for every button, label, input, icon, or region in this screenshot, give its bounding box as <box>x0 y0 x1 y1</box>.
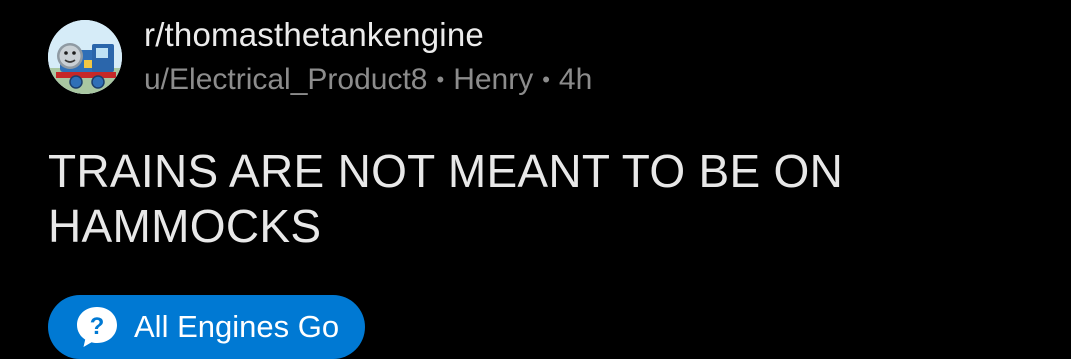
post-meta: r/thomasthetankengine u/Electrical_Produ… <box>144 14 592 100</box>
post-age: 4h <box>558 63 593 96</box>
post-header: r/thomasthetankengine u/Electrical_Produ… <box>48 14 592 100</box>
byline-separator: • <box>542 67 550 92</box>
subreddit-avatar[interactable] <box>48 20 122 94</box>
post-title[interactable]: TRAINS ARE NOT MEANT TO BE ON HAMMOCKS <box>48 144 1048 254</box>
post-flair-label: All Engines Go <box>134 309 340 344</box>
post-flair-chip[interactable]: ? All Engines Go <box>48 295 366 359</box>
svg-text:?: ? <box>90 313 105 340</box>
byline-separator: • <box>436 67 445 92</box>
subreddit-name[interactable]: r/thomasthetankengine <box>144 14 592 56</box>
author-name[interactable]: u/Electrical_Product8 <box>144 60 427 100</box>
question-bubble-icon: ? <box>77 307 117 347</box>
author-flair: Henry <box>453 63 534 96</box>
post-byline: u/Electrical_Product8 • Henry • 4h <box>144 60 592 100</box>
thomas-tank-engine-avatar-icon <box>48 20 122 94</box>
